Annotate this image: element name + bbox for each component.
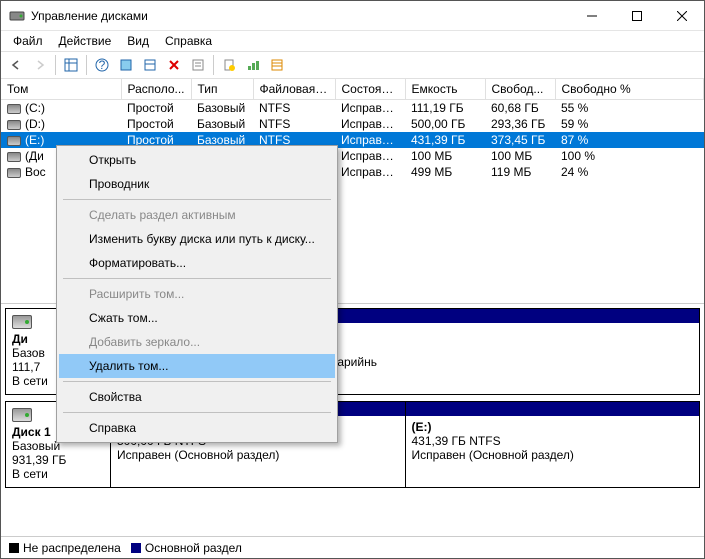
new-button[interactable] [218, 54, 240, 76]
menu-action[interactable]: Действие [51, 32, 120, 50]
col-status[interactable]: Состояние [335, 79, 405, 100]
drive-icon [7, 136, 21, 146]
menu-view[interactable]: Вид [119, 32, 157, 50]
col-layout[interactable]: Располо... [121, 79, 191, 100]
menu-file[interactable]: Файл [5, 32, 51, 50]
col-capacity[interactable]: Емкость [405, 79, 485, 100]
column-headers[interactable]: Том Располо... Тип Файловая с... Состоян… [1, 79, 704, 100]
refresh-button[interactable] [115, 54, 137, 76]
forward-button[interactable] [29, 54, 51, 76]
context-menu[interactable]: Открыть Проводник Сделать раздел активны… [56, 145, 338, 443]
help-button[interactable]: ? [91, 54, 113, 76]
titlebar: Управление дисками [1, 1, 704, 31]
ctx-shrink[interactable]: Сжать том... [59, 306, 335, 330]
menu-help[interactable]: Справка [157, 32, 220, 50]
disk-icon [12, 315, 32, 329]
ctx-open[interactable]: Открыть [59, 148, 335, 172]
close-button[interactable] [659, 1, 704, 31]
back-button[interactable] [5, 54, 27, 76]
ctx-delete[interactable]: Удалить том... [59, 354, 335, 378]
delete-button[interactable] [163, 54, 185, 76]
volume-row[interactable]: (D:)ПростойБазовыйNTFSИсправен...500,00 … [1, 116, 704, 132]
legend-primary: Основной раздел [131, 541, 242, 555]
legend-unallocated: Не распределена [9, 541, 121, 555]
col-freepct[interactable]: Свободно % [555, 79, 704, 100]
ctx-extend: Расширить том... [59, 282, 335, 306]
settings-button[interactable] [139, 54, 161, 76]
maximize-button[interactable] [614, 1, 659, 31]
col-fs[interactable]: Файловая с... [253, 79, 335, 100]
ctx-properties[interactable]: Свойства [59, 385, 335, 409]
drive-icon [7, 168, 21, 178]
volume-row[interactable]: (C:)ПростойБазовыйNTFSИсправен...111,19 … [1, 100, 704, 117]
ctx-format[interactable]: Форматировать... [59, 251, 335, 275]
col-volume[interactable]: Том [1, 79, 121, 100]
chart-button[interactable] [242, 54, 264, 76]
menubar: Файл Действие Вид Справка [1, 31, 704, 51]
ctx-active: Сделать раздел активным [59, 203, 335, 227]
ctx-letter[interactable]: Изменить букву диска или путь к диску... [59, 227, 335, 251]
ctx-help[interactable]: Справка [59, 416, 335, 440]
col-type[interactable]: Тип [191, 79, 253, 100]
props-button[interactable] [187, 54, 209, 76]
ctx-explorer[interactable]: Проводник [59, 172, 335, 196]
svg-text:?: ? [99, 58, 106, 72]
col-free[interactable]: Свобод... [485, 79, 555, 100]
ctx-mirror: Добавить зеркало... [59, 330, 335, 354]
window-title: Управление дисками [31, 9, 569, 23]
drive-icon [7, 120, 21, 130]
list-view-button[interactable] [266, 54, 288, 76]
partition-e[interactable]: (E:) 431,39 ГБ NTFS Исправен (Основной р… [405, 402, 700, 487]
drive-icon [7, 152, 21, 162]
minimize-button[interactable] [569, 1, 614, 31]
view-list-button[interactable] [60, 54, 82, 76]
disk-icon [12, 408, 32, 422]
drive-icon [7, 104, 21, 114]
app-icon [9, 8, 25, 24]
toolbar: ? [1, 51, 704, 79]
legend: Не распределена Основной раздел [1, 536, 704, 558]
